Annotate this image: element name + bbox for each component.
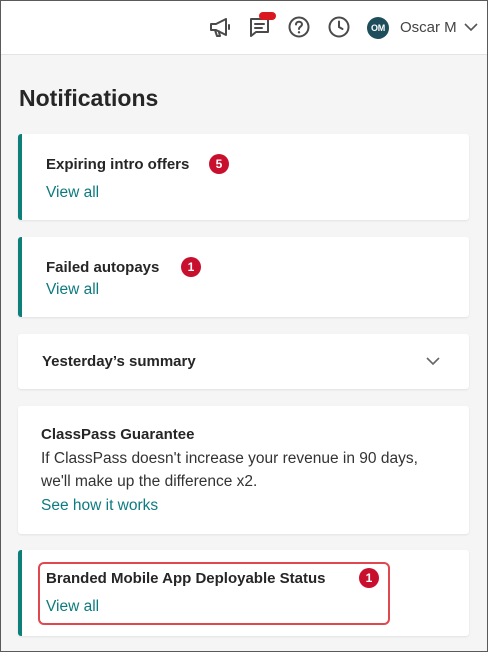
see-how-it-works-link[interactable]: See how it works	[41, 497, 158, 515]
expiring-offers-card: Expiring intro offers 5 View all	[18, 134, 469, 220]
chevron-down-icon[interactable]	[425, 355, 441, 367]
help-icon[interactable]	[286, 14, 312, 40]
guarantee-title: ClassPass Guarantee	[41, 426, 195, 443]
yesterdays-summary-card[interactable]: Yesterday’s summary	[18, 334, 469, 389]
messages-icon[interactable]	[247, 12, 276, 40]
top-bar: OM Oscar M	[1, 1, 487, 55]
guarantee-line-2: we'll make up the difference x2.	[41, 473, 258, 490]
app-frame: OM Oscar M Notifications Expiring intro …	[0, 0, 488, 652]
branded-app-status-card: Branded Mobile App Deployable Status 1 V…	[18, 550, 469, 636]
classpass-guarantee-card: ClassPass Guarantee If ClassPass doesn't…	[18, 406, 469, 534]
failed-autopays-badge: 1	[181, 257, 201, 277]
failed-autopays-view-all-link[interactable]: View all	[46, 281, 99, 299]
page-title: Notifications	[19, 85, 159, 111]
chevron-down-icon[interactable]	[463, 21, 479, 33]
expiring-offers-view-all-link[interactable]: View all	[46, 184, 99, 202]
clock-icon[interactable]	[326, 14, 352, 40]
failed-autopays-card: Failed autopays 1 View all	[18, 237, 469, 317]
branded-app-status-title: Branded Mobile App Deployable Status	[46, 570, 326, 587]
branded-app-view-all-link[interactable]: View all	[46, 598, 99, 616]
avatar-initials: OM	[371, 23, 385, 33]
expiring-offers-title: Expiring intro offers	[46, 156, 190, 173]
megaphone-icon[interactable]	[207, 14, 233, 40]
avatar[interactable]: OM	[367, 17, 389, 39]
expiring-offers-badge: 5	[209, 154, 229, 174]
failed-autopays-title: Failed autopays	[46, 259, 160, 276]
guarantee-line-1: If ClassPass doesn't increase your reven…	[41, 450, 418, 467]
messages-badge	[259, 12, 276, 20]
yesterdays-summary-title: Yesterday’s summary	[42, 353, 196, 370]
branded-app-status-badge: 1	[359, 568, 379, 588]
user-name[interactable]: Oscar M	[400, 19, 457, 36]
